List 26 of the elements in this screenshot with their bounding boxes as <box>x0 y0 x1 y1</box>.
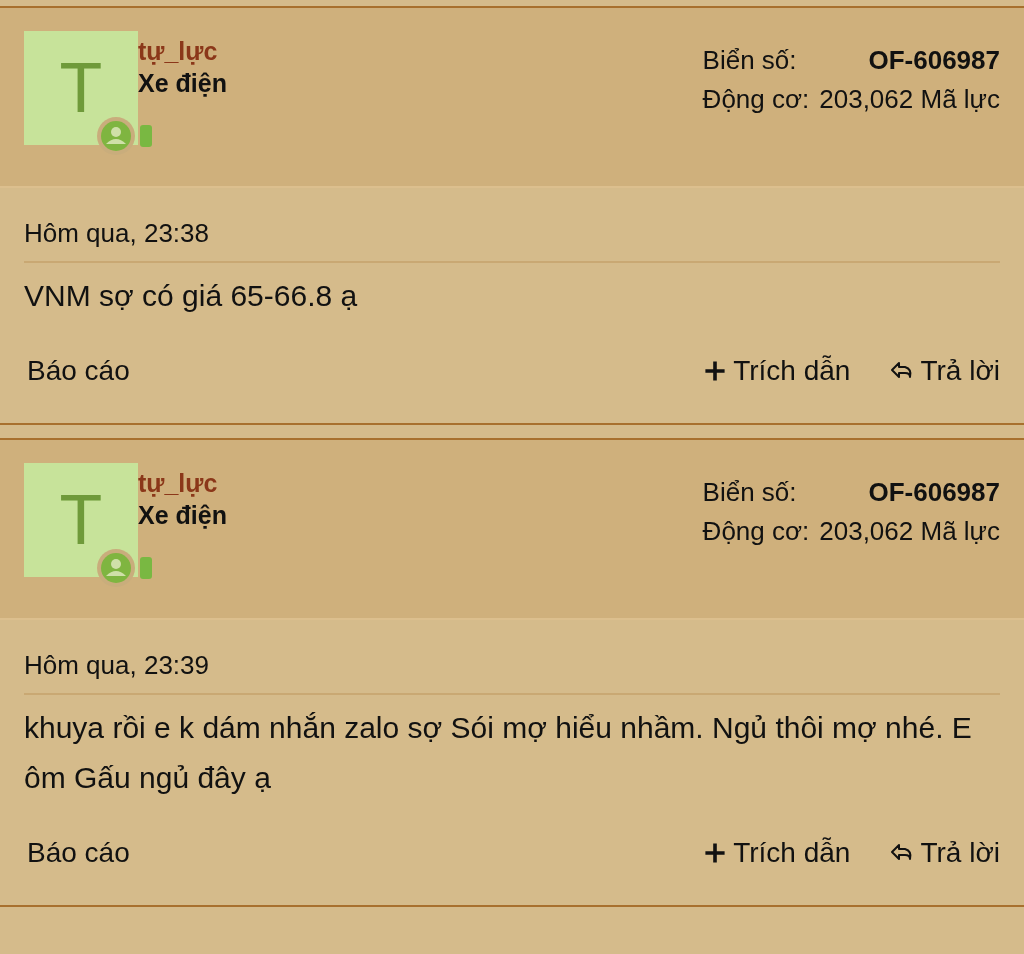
user-title: Xe điện <box>138 500 227 531</box>
reply-button[interactable]: Trả lời <box>890 355 1000 387</box>
stat-value: 203,062 Mã lực <box>819 516 1000 547</box>
post-date: Hôm qua, 23:39 <box>24 620 1000 695</box>
stat-label: Động cơ: <box>702 84 810 115</box>
quote-button[interactable]: Trích dẫn <box>703 837 851 869</box>
user-title: Xe điện <box>138 68 227 99</box>
username[interactable]: tự_lực <box>138 36 227 66</box>
stat-label: Biển số: <box>702 477 798 508</box>
plus-icon <box>703 841 728 865</box>
report-link[interactable]: Báo cáo <box>27 837 130 869</box>
stat-value: OF-606987 <box>867 45 1000 76</box>
username[interactable]: tự_lực <box>138 468 227 498</box>
user-icon <box>96 548 136 588</box>
post-message: VNM sợ có giá 65-66.8 ạ <box>24 278 359 314</box>
plus-icon <box>703 359 728 383</box>
stat-value: 203,062 Mã lực <box>819 84 1000 115</box>
quote-button[interactable]: Trích dẫn <box>703 355 851 387</box>
reply-button[interactable]: Trả lời <box>890 837 1000 869</box>
user-icon <box>96 116 136 156</box>
post-message: khuya rồi e k dám nhắn zalo sợ Sói mợ hiểu nhầm. Ngủ thôi mợ nhé. E ôm Gấu ngủ đây ạ <box>24 710 973 796</box>
stat-label: Động cơ: <box>702 516 810 547</box>
report-link[interactable]: Báo cáo <box>27 355 130 387</box>
post-date: Hôm qua, 23:38 <box>24 188 1000 263</box>
stat-value: OF-606987 <box>867 477 1000 508</box>
stat-label: Biển số: <box>702 45 798 76</box>
